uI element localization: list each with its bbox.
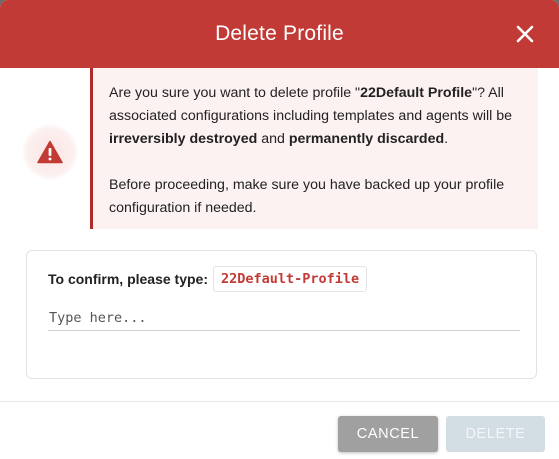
close-button[interactable] xyxy=(513,22,537,46)
warning-emphasis: permanently discarded xyxy=(288,131,445,147)
close-icon xyxy=(516,25,534,43)
profile-name: 22Default Profile xyxy=(360,85,473,101)
dialog-title: Delete Profile xyxy=(215,22,344,45)
warning-text-part: . xyxy=(444,131,449,147)
warning-section: Are you sure you want to delete profile … xyxy=(0,68,540,231)
warning-triangle-icon xyxy=(37,140,63,164)
backup-reminder: Before proceeding, make sure you have ba… xyxy=(109,177,505,216)
warning-emphasis: irreversibly destroyed xyxy=(109,131,258,147)
warning-text-part: and xyxy=(257,131,289,147)
warning-message: Are you sure you want to delete profile … xyxy=(109,82,524,151)
warning-text-part: Are you sure you want to delete profile … xyxy=(109,85,361,101)
cancel-button[interactable]: CANCEL xyxy=(338,416,438,452)
confirm-prompt: To confirm, please type: 22Default-Profi… xyxy=(48,266,368,292)
confirm-input[interactable] xyxy=(48,306,520,331)
delete-profile-dialog: Delete Profile Are you sure you want to … xyxy=(0,0,559,459)
confirm-label: To confirm, please type: xyxy=(48,271,208,287)
confirm-code: 22Default-Profile xyxy=(213,266,368,292)
delete-button[interactable]: DELETE xyxy=(446,416,545,452)
footer-divider xyxy=(0,401,559,402)
dialog-header: Delete Profile xyxy=(0,0,559,68)
warning-icon-badge xyxy=(22,124,78,180)
warning-panel: Are you sure you want to delete profile … xyxy=(90,68,538,229)
confirm-card: To confirm, please type: 22Default-Profi… xyxy=(26,250,537,379)
